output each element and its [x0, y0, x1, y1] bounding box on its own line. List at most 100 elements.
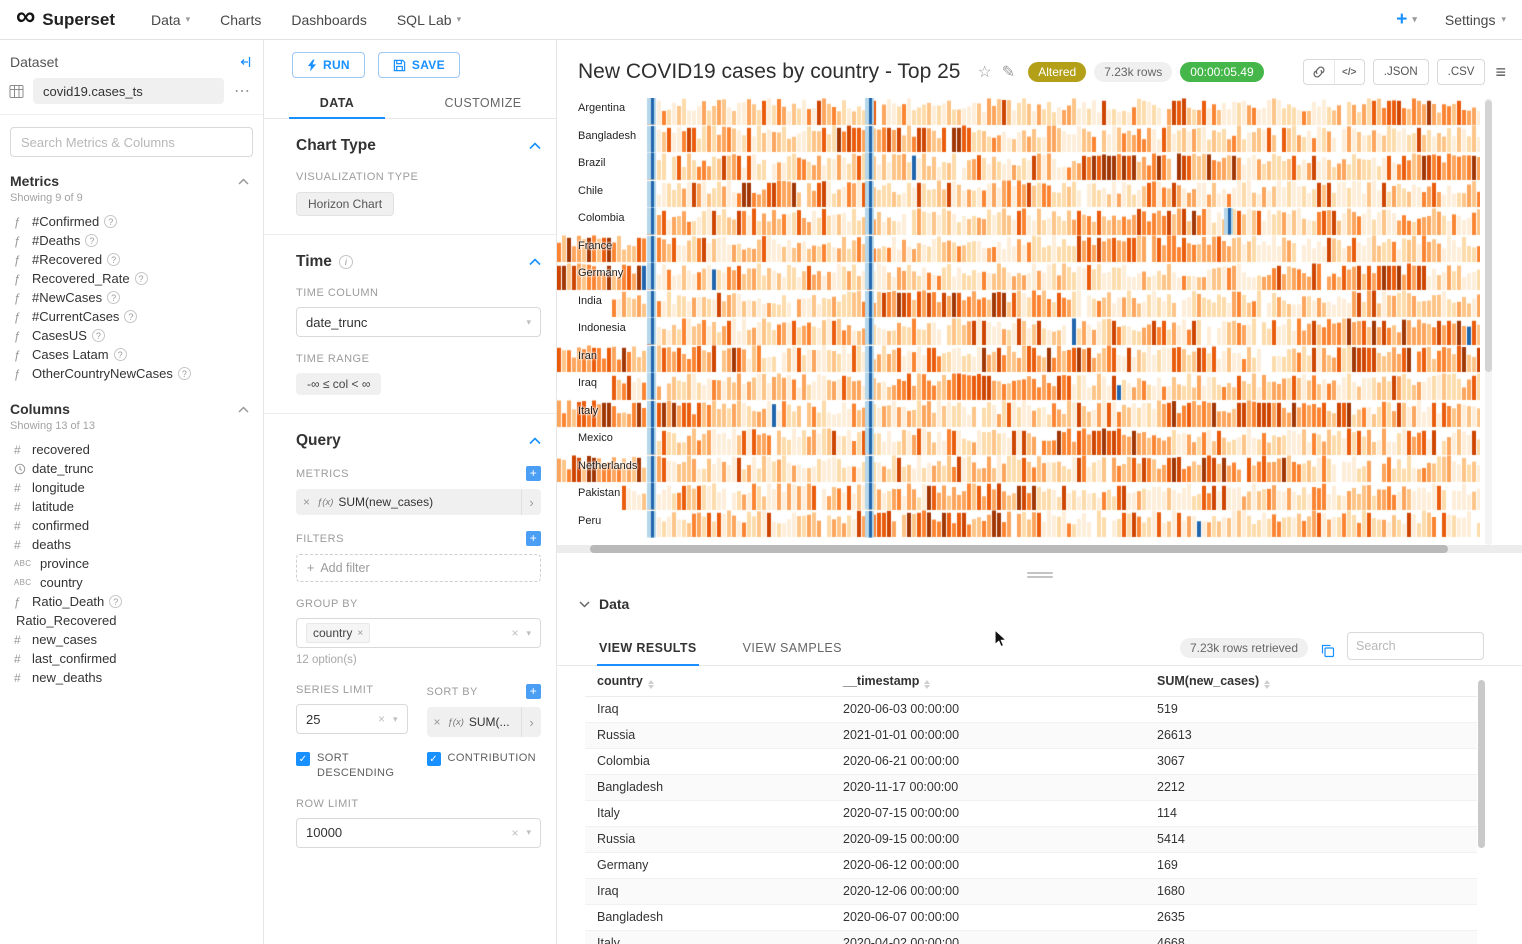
- table-vertical-scrollbar-thumb[interactable]: [1478, 680, 1485, 848]
- column-item-new-deaths[interactable]: #new_deaths: [0, 668, 263, 687]
- metric-pill[interactable]: × ƒ(x) SUM(new_cases) ›: [296, 489, 541, 515]
- open-metric-icon[interactable]: ›: [521, 489, 541, 515]
- superset-logo[interactable]: ∞ Superset: [16, 10, 115, 30]
- column-item-ratio-recovered[interactable]: Ratio_Recovered: [0, 611, 263, 630]
- sort-descending-checkbox[interactable]: ✓ SORT DESCENDING: [296, 751, 408, 782]
- save-label: SAVE: [412, 58, 445, 72]
- tab-customize[interactable]: CUSTOMIZE: [410, 88, 556, 118]
- metric-item-recovered[interactable]: ƒ#Recovered?: [0, 250, 263, 269]
- metric-item-othercountrynewcases[interactable]: ƒOtherCountryNewCases?: [0, 364, 263, 383]
- column-item-ratio-death[interactable]: ƒRatio_Death?: [0, 592, 263, 611]
- column-item-latitude[interactable]: #latitude: [0, 497, 263, 516]
- column-item-last-confirmed[interactable]: #last_confirmed: [0, 649, 263, 668]
- collapse-panel-button[interactable]: [237, 55, 251, 69]
- column-header-country[interactable]: country: [585, 666, 831, 697]
- save-button[interactable]: SAVE: [378, 52, 460, 78]
- tab-data[interactable]: DATA: [264, 88, 410, 118]
- metrics-columns-search-input[interactable]: [21, 135, 242, 150]
- column-header-sum-new-cases[interactable]: SUM(new_cases): [1145, 666, 1477, 697]
- sort-desc-icon: [1264, 685, 1270, 689]
- nav-item-charts[interactable]: Charts: [220, 12, 261, 28]
- link-icon: [1312, 65, 1326, 79]
- checkbox-check-icon: ✓: [427, 752, 441, 766]
- chart-horizontal-scrollbar-thumb[interactable]: [590, 545, 1448, 553]
- add-sort-button[interactable]: +: [526, 684, 541, 699]
- group-by-select[interactable]: country × × ▾: [296, 618, 541, 648]
- clear-select-icon[interactable]: ×: [511, 826, 518, 840]
- results-search-input[interactable]: [1356, 639, 1475, 653]
- metric-item-recovered-rate[interactable]: ƒRecovered_Rate?: [0, 269, 263, 288]
- query-section-title: Query: [296, 432, 341, 450]
- metric-item-confirmed[interactable]: ƒ#Confirmed?: [0, 212, 263, 231]
- column-item-date-trunc[interactable]: date_trunc: [0, 459, 263, 478]
- run-button[interactable]: RUN: [292, 52, 365, 78]
- panel-resize-handle[interactable]: [1027, 570, 1053, 580]
- series-limit-select[interactable]: 25 × ▾: [296, 704, 408, 734]
- section-collapse-button[interactable]: [529, 437, 541, 445]
- info-icon: ?: [135, 272, 148, 285]
- copy-data-button[interactable]: [1320, 643, 1335, 658]
- viz-type-value[interactable]: Horizon Chart: [296, 192, 394, 216]
- column-item-confirmed[interactable]: #confirmed: [0, 516, 263, 535]
- clear-select-icon[interactable]: ×: [378, 712, 385, 726]
- metric-item-deaths[interactable]: ƒ#Deaths?: [0, 231, 263, 250]
- dataset-name[interactable]: covid19.cases_ts: [33, 78, 224, 104]
- open-sort-icon[interactable]: ›: [521, 707, 541, 737]
- time-column-select[interactable]: date_trunc ▾: [296, 307, 541, 337]
- columns-collapse-button[interactable]: [238, 406, 249, 413]
- time-range-value[interactable]: -∞ ≤ col < ∞: [296, 373, 381, 395]
- data-section-toggle[interactable]: [579, 601, 590, 608]
- chart-horizontal-scrollbar: [557, 545, 1522, 553]
- embed-code-button[interactable]: </>: [1334, 60, 1364, 84]
- metric-item-newcases[interactable]: ƒ#NewCases?: [0, 288, 263, 307]
- add-filter-button[interactable]: +: [526, 531, 541, 546]
- share-link-button[interactable]: [1304, 60, 1334, 84]
- column-item-longitude[interactable]: #longitude: [0, 478, 263, 497]
- add-metric-button[interactable]: +: [526, 466, 541, 481]
- column-item-province[interactable]: ABCprovince: [0, 554, 263, 573]
- column-header-timestamp[interactable]: __timestamp: [831, 666, 1145, 697]
- tab-view-results[interactable]: VIEW RESULTS: [597, 641, 699, 665]
- download-csv-button[interactable]: .CSV: [1437, 59, 1486, 85]
- nav-item-data[interactable]: Data▾: [151, 12, 190, 28]
- remove-tag-icon[interactable]: ×: [357, 628, 363, 639]
- nav-item-dashboards[interactable]: Dashboards: [291, 12, 367, 28]
- edit-properties-icon[interactable]: ✎: [1002, 62, 1015, 82]
- favorite-star-icon[interactable]: ☆: [977, 62, 991, 82]
- column-item-new-cases[interactable]: #new_cases: [0, 630, 263, 649]
- metric-item-currentcases[interactable]: ƒ#CurrentCases?: [0, 307, 263, 326]
- column-item-recovered[interactable]: #recovered: [0, 440, 263, 459]
- contribution-checkbox[interactable]: ✓ CONTRIBUTION: [427, 751, 542, 782]
- column-item-deaths[interactable]: #deaths: [0, 535, 263, 554]
- tab-view-samples[interactable]: VIEW SAMPLES: [741, 641, 844, 665]
- dataset-more-button[interactable]: ⋯: [229, 81, 255, 101]
- rows-retrieved-badge: 7.23k rows retrieved: [1180, 638, 1308, 658]
- metric-item-cases-latam[interactable]: ƒCases Latam?: [0, 345, 263, 364]
- download-json-button[interactable]: .JSON: [1373, 59, 1429, 85]
- table-cell: 2020-06-07 00:00:00: [831, 905, 1145, 931]
- group-by-tag: country ×: [306, 623, 370, 643]
- sort-by-pill[interactable]: × ƒ(x) SUM(... ›: [427, 707, 542, 737]
- nav-item-sql-lab[interactable]: SQL Lab▾: [397, 12, 461, 28]
- table-cell: 2020-06-21 00:00:00: [831, 749, 1145, 775]
- section-collapse-button[interactable]: [529, 258, 541, 266]
- table-cell: Bangladesh: [585, 775, 831, 801]
- remove-sort-icon[interactable]: ×: [427, 715, 448, 729]
- section-collapse-button[interactable]: [529, 142, 541, 150]
- horizon-chart-canvas[interactable]: [557, 98, 1480, 538]
- clear-select-icon[interactable]: ×: [511, 626, 518, 640]
- table-cell: Russia: [585, 827, 831, 853]
- row-limit-select[interactable]: 10000 × ▾: [296, 818, 541, 848]
- metric-item-casesus[interactable]: ƒCasesUS?: [0, 326, 263, 345]
- dataset-panel-title: Dataset: [10, 54, 58, 70]
- column-item-country[interactable]: ABCcountry: [0, 573, 263, 592]
- chart-vertical-scrollbar-thumb[interactable]: [1485, 100, 1492, 372]
- new-item-button[interactable]: + ▾: [1396, 9, 1417, 31]
- settings-menu[interactable]: Settings ▾: [1445, 12, 1506, 28]
- remove-metric-icon[interactable]: ×: [296, 495, 317, 509]
- function-icon: ƒ(x): [317, 497, 333, 508]
- metrics-collapse-button[interactable]: [238, 178, 249, 185]
- add-filter-box[interactable]: + Add filter: [296, 554, 541, 582]
- chart-actions-menu-button[interactable]: ≡: [1495, 63, 1506, 81]
- series-limit-value: 25: [306, 712, 320, 727]
